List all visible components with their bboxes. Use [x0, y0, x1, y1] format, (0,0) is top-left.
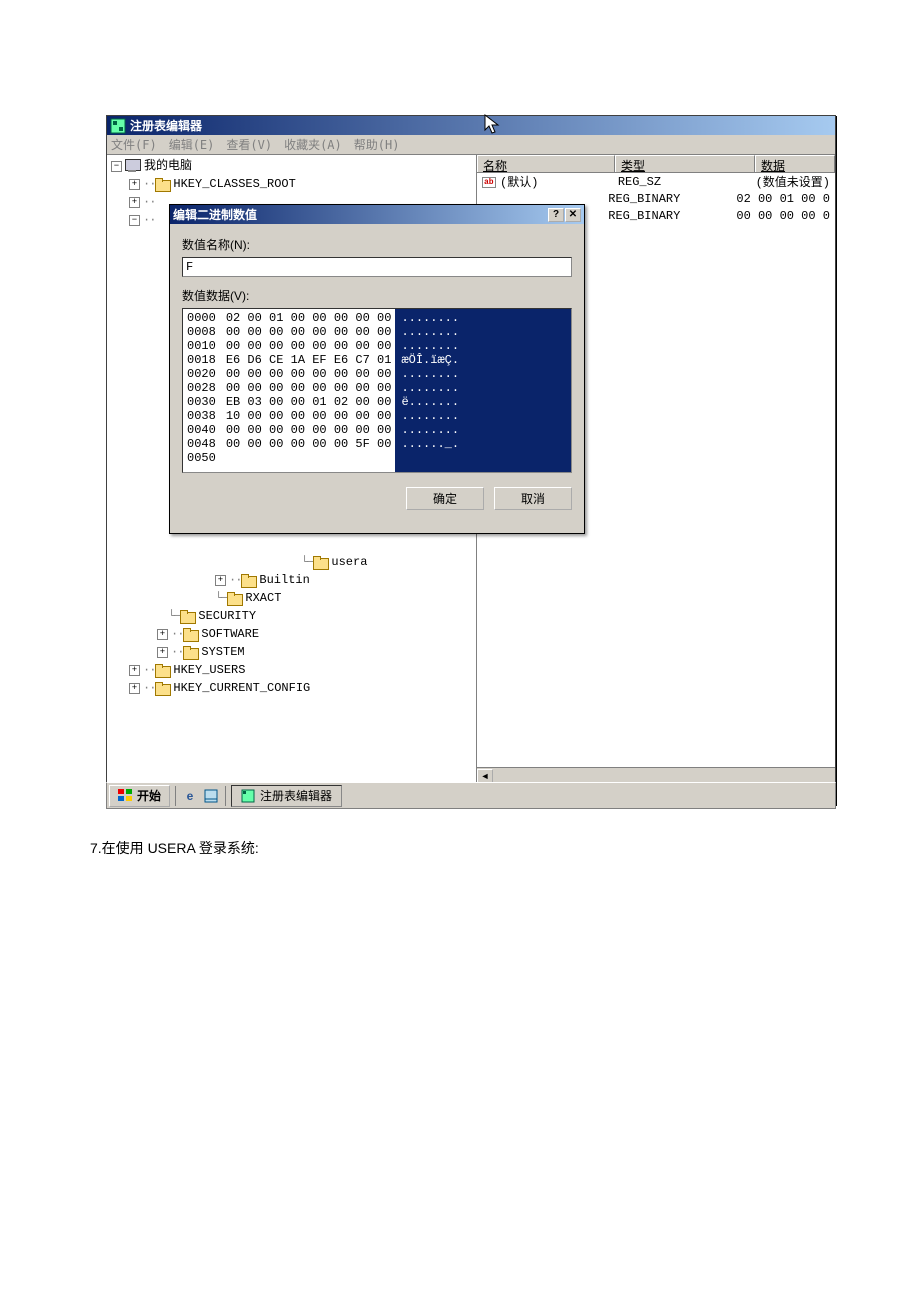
regedit-icon — [110, 118, 126, 134]
folder-icon — [155, 178, 169, 190]
menu-edit[interactable]: 编辑(E) — [169, 136, 215, 153]
show-desktop-icon[interactable] — [202, 787, 220, 805]
folder-icon — [180, 610, 194, 622]
collapse-icon[interactable]: − — [111, 161, 122, 172]
windows-logo-icon — [118, 789, 133, 802]
hex-offsets: 0000000800100018002000280030003800400048… — [183, 309, 222, 472]
tree-hkcc[interactable]: + ·· HKEY_CURRENT_CONFIG — [111, 679, 472, 697]
folder-icon — [183, 646, 197, 658]
menu-help[interactable]: 帮助(H) — [354, 136, 400, 153]
folder-icon — [241, 574, 255, 586]
tree-usera[interactable]: └─ usera — [111, 553, 472, 571]
hex-ascii: ........................æÖÎ.ïæÇ.........… — [395, 309, 571, 472]
col-data[interactable]: 数据 — [755, 155, 835, 172]
computer-icon — [125, 159, 141, 173]
menu-fav[interactable]: 收藏夹(A) — [284, 136, 342, 153]
start-button[interactable]: 开始 — [109, 785, 170, 807]
value-name-input[interactable] — [182, 257, 572, 277]
dialog-titlebar: 编辑二进制数值 ? ✕ — [170, 205, 584, 224]
expand-icon[interactable]: + — [129, 683, 140, 694]
col-name[interactable]: 名称 — [477, 155, 615, 172]
tree-software[interactable]: + ·· SOFTWARE — [111, 625, 472, 643]
menubar: 文件(F) 编辑(E) 查看(V) 收藏夹(A) 帮助(H) — [107, 135, 835, 155]
folder-icon — [227, 592, 241, 604]
list-header: 名称 类型 数据 — [477, 155, 835, 173]
menu-file[interactable]: 文件(F) — [111, 136, 157, 153]
folder-icon — [183, 628, 197, 640]
help-button[interactable]: ? — [548, 208, 564, 222]
folder-icon — [313, 556, 327, 568]
expand-icon[interactable]: + — [129, 665, 140, 676]
close-button[interactable]: ✕ — [565, 208, 581, 222]
value-name-label: 数值名称(N): — [182, 236, 572, 253]
tree-root[interactable]: − 我的电脑 — [111, 157, 472, 175]
tree-builtin[interactable]: + ·· Builtin — [111, 571, 472, 589]
expand-icon[interactable]: + — [157, 629, 168, 640]
regedit-window: 注册表编辑器 文件(F) 编辑(E) 查看(V) 收藏夹(A) 帮助(H) − … — [106, 115, 836, 805]
ok-button[interactable]: 确定 — [406, 487, 484, 510]
reg-sz-icon — [482, 177, 496, 189]
expand-icon[interactable]: + — [215, 575, 226, 586]
cursor-icon — [484, 114, 502, 142]
dialog-title: 编辑二进制数值 — [173, 206, 257, 223]
list-row-default[interactable]: (默认) REG_SZ (数值未设置) — [477, 173, 835, 190]
tree-hku[interactable]: + ·· HKEY_USERS — [111, 661, 472, 679]
hex-editor[interactable]: 0000000800100018002000280030003800400048… — [182, 308, 572, 473]
col-type[interactable]: 类型 — [615, 155, 755, 172]
window-title: 注册表编辑器 — [130, 117, 202, 134]
folder-icon — [155, 664, 169, 676]
taskbar: 开始 e 注册表编辑器 — [106, 782, 836, 809]
tree-rxact[interactable]: └─ RXACT — [111, 589, 472, 607]
edit-binary-dialog: 编辑二进制数值 ? ✕ 数值名称(N): 数值数据(V): 0000000800… — [169, 204, 585, 534]
collapse-icon[interactable]: − — [129, 215, 140, 226]
titlebar: 注册表编辑器 — [107, 116, 835, 135]
value-data-label: 数值数据(V): — [182, 287, 572, 304]
instruction-text: 7.在使用 USERA 登录系统: — [90, 838, 259, 858]
tree-security[interactable]: └─ SECURITY — [111, 607, 472, 625]
task-regedit[interactable]: 注册表编辑器 — [231, 785, 342, 807]
expand-icon[interactable]: + — [129, 197, 140, 208]
tree-system[interactable]: + ·· SYSTEM — [111, 643, 472, 661]
hex-bytes[interactable]: 02 00 01 00 00 00 00 0000 00 00 00 00 00… — [222, 309, 396, 472]
cancel-button[interactable]: 取消 — [494, 487, 572, 510]
ie-icon[interactable]: e — [181, 787, 199, 805]
tree-hkcr[interactable]: + ·· HKEY_CLASSES_ROOT — [111, 175, 472, 193]
expand-icon[interactable]: + — [157, 647, 168, 658]
menu-view[interactable]: 查看(V) — [226, 136, 272, 153]
expand-icon[interactable]: + — [129, 179, 140, 190]
folder-icon — [155, 682, 169, 694]
